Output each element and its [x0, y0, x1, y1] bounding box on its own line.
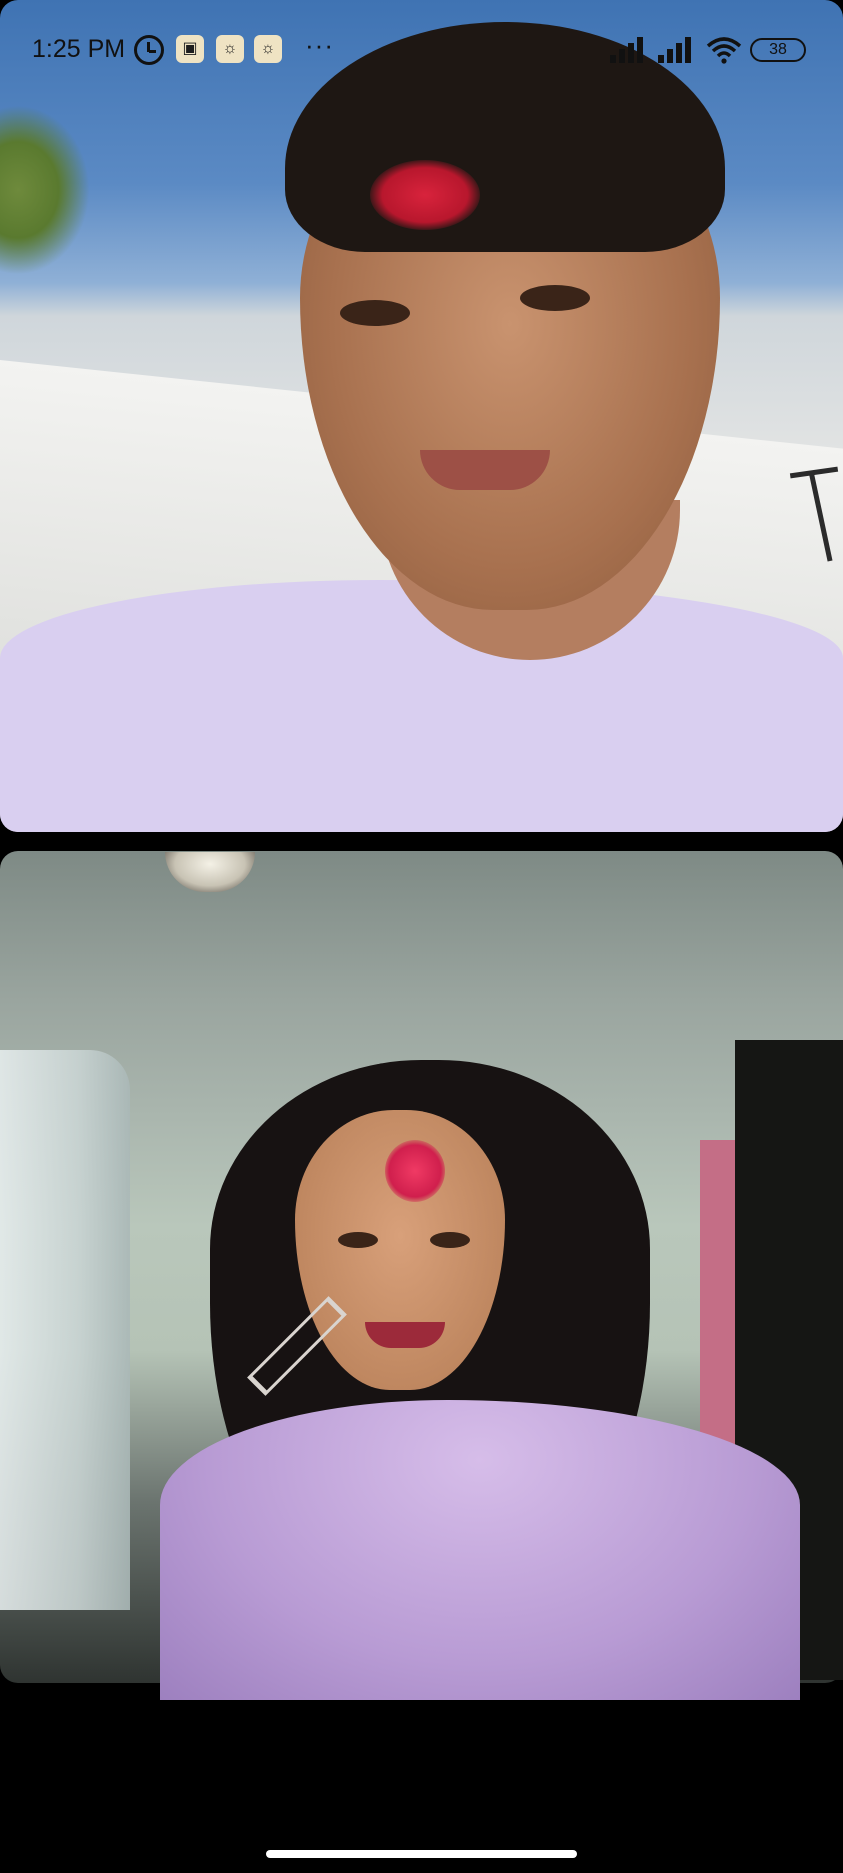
remote-mouth	[420, 450, 550, 490]
remote-eye-right	[520, 285, 590, 311]
self-outfit	[160, 1400, 800, 1700]
snapchat-icon: ☼	[216, 35, 244, 63]
tree-foliage	[0, 105, 90, 275]
remote-shirt	[0, 580, 843, 832]
home-indicator[interactable]	[266, 1850, 577, 1858]
remote-video-tile[interactable]	[0, 0, 843, 832]
alarm-icon	[134, 35, 164, 65]
instagram-icon: ▣	[176, 35, 204, 63]
wifi-icon	[706, 37, 742, 64]
battery-indicator: 38	[750, 38, 806, 62]
signal-icon	[658, 35, 694, 63]
status-bar: 1:25 PM ▣ ☼ ☼ ··· 38	[0, 0, 843, 100]
self-eye-right	[430, 1232, 470, 1248]
status-time: 1:25 PM	[32, 35, 126, 63]
self-tika	[385, 1140, 445, 1202]
remote-tika	[370, 160, 480, 230]
snapchat-icon: ☼	[254, 35, 282, 63]
signal-icon	[610, 35, 646, 63]
remote-eye-left	[340, 300, 410, 326]
mosquito-net-curtain	[0, 1050, 130, 1610]
more-notifications-icon: ···	[305, 30, 334, 60]
self-eye-left	[338, 1232, 378, 1248]
